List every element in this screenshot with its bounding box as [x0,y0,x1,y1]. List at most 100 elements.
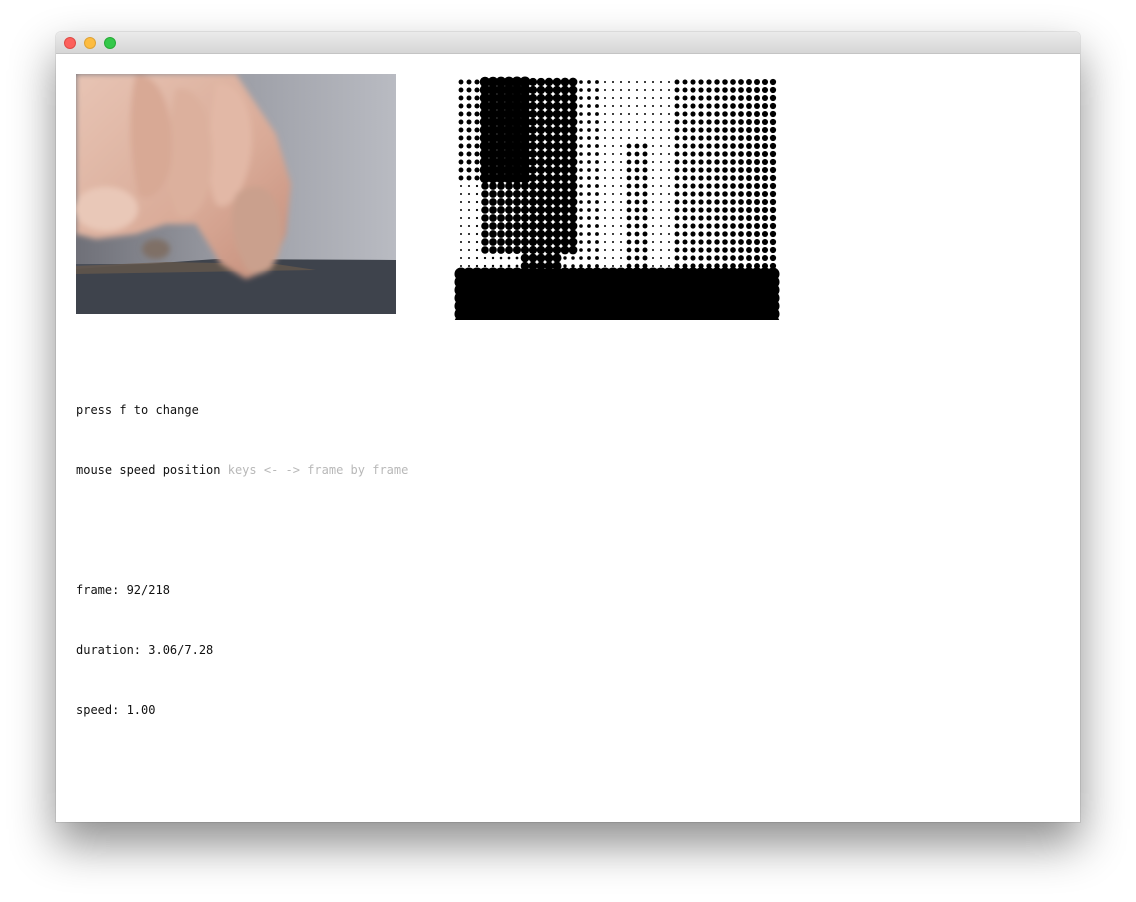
halftone-dot [626,167,632,173]
halftone-dot [612,81,614,83]
halftone-dot [587,264,591,268]
halftone-dot [544,181,554,191]
halftone-dot [528,149,538,159]
halftone-dot [595,200,599,204]
halftone-dot [668,225,670,227]
halftone-dot [642,231,648,237]
minimize-window-button[interactable] [84,37,96,49]
halftone-dot [620,153,622,155]
halftone-dot [497,214,505,222]
halftone-dot [497,198,505,206]
title-bar[interactable] [56,32,1080,54]
halftone-dot [634,215,640,221]
halftone-dot [746,239,752,245]
halftone-dot [668,81,670,83]
halftone-dot [668,137,670,139]
halftone-dot [568,165,578,175]
halftone-dot [560,221,570,231]
halftone-dot [730,79,736,85]
halftone-dot [682,255,688,261]
sketch-canvas[interactable]: press f to change mouse speed position k… [56,54,1080,822]
halftone-dot [682,183,688,189]
halftone-dot [497,182,505,190]
halftone-dot [579,200,583,204]
halftone-dot [652,161,654,163]
halftone-dot [552,141,562,151]
halftone-dot [690,207,696,213]
halftone-dot [536,165,546,175]
zoom-window-button[interactable] [104,37,116,49]
halftone-dot [761,254,769,262]
halftone-dot [690,127,696,133]
halftone-dot [634,159,640,165]
halftone-dot [761,134,769,142]
close-window-button[interactable] [64,37,76,49]
halftone-dot [722,183,728,189]
halftone-dot [690,111,696,117]
halftone-dot [746,151,752,157]
halftone-dot [628,97,630,99]
halftone-dot [690,167,696,173]
halftone-dot [674,231,680,237]
halftone-dot [754,175,760,181]
halftone-dot [730,247,736,253]
halftone-dot [674,143,680,149]
halftone-dot [604,265,606,267]
halftone-dot [769,86,777,94]
halftone-dot [652,249,654,251]
halftone-dot [552,213,562,223]
halftone-dot [489,246,497,254]
halftone-dot [536,205,546,215]
halftone-dot [604,249,606,251]
halftone-dot [595,120,599,124]
halftone-dot [587,104,591,108]
halftone-dot [475,240,479,244]
halftone-dot [714,167,720,173]
halftone-dot [706,223,712,229]
halftone-dot [579,192,583,196]
halftone-dot [628,81,630,83]
instruction-change: press f to change [76,403,199,417]
halftone-dot [626,223,632,229]
halftone-dot [604,185,606,187]
halftone-dot [475,264,479,268]
halftone-dot [489,222,497,230]
halftone-dot [682,111,688,117]
halftone-dot [642,151,648,157]
halftone-dot [563,256,567,260]
halftone-dot [536,157,546,167]
halftone-dot [706,207,712,213]
halftone-dot [626,199,632,205]
halftone-dot [568,85,578,95]
halftone-dot [769,102,777,110]
halftone-dot [674,119,680,125]
halftone-dot [587,184,591,188]
halftone-dot [706,127,712,133]
halftone-dot [761,222,769,230]
halftone-dot [652,257,654,259]
app-window: press f to change mouse speed position k… [56,32,1080,822]
halftone-dot [644,137,646,139]
halftone-dot [579,80,583,84]
halftone-dot [714,127,720,133]
halftone-dot [761,190,769,198]
halftone-dot [660,89,662,91]
halftone-dot [674,255,680,261]
halftone-dot [674,183,680,189]
halftone-dot [475,256,479,260]
halftone-dot [761,118,769,126]
halftone-dot [660,113,662,115]
halftone-dot [738,151,744,157]
halftone-dot [568,133,578,143]
halftone-dot [738,183,744,189]
halftone-dot [587,128,591,132]
halftone-dot [587,208,591,212]
halftone-dot [507,264,511,268]
halftone-dot [544,133,554,143]
halftone-dot [652,201,654,203]
halftone-dot [746,207,752,213]
halftone-dot [714,175,720,181]
halftone-dot [738,215,744,221]
halftone-dot [489,206,497,214]
